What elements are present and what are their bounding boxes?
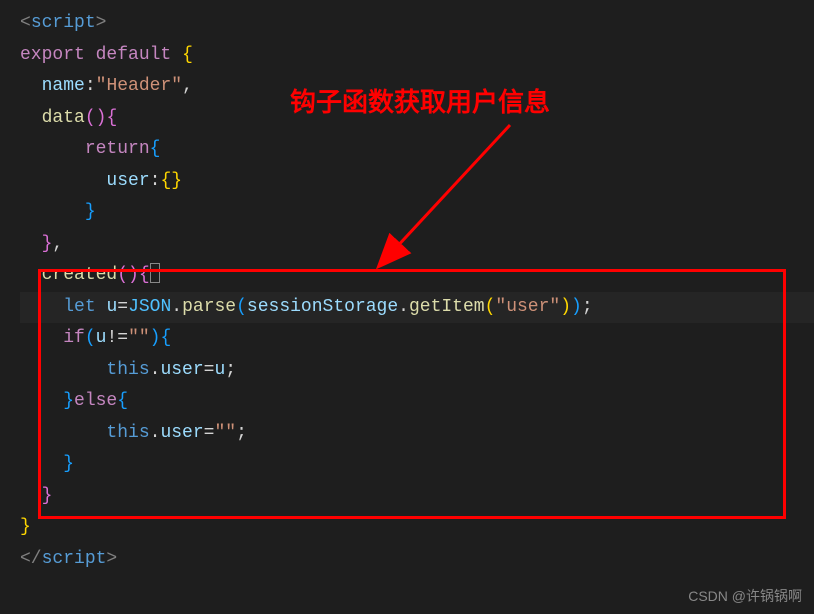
tag-bracket: > (96, 13, 107, 33)
punct: = (204, 423, 215, 443)
punct: = (117, 297, 128, 317)
brace: { (182, 45, 193, 65)
punct: != (106, 328, 128, 348)
punct: . (150, 360, 161, 380)
paren: ( (85, 108, 96, 128)
property: name (42, 76, 85, 96)
paren: ) (96, 108, 107, 128)
code-line: } (20, 512, 814, 544)
brace: } (63, 391, 74, 411)
property: user (160, 360, 203, 380)
property: user (106, 171, 149, 191)
annotation-label: 钩子函数获取用户信息 (290, 80, 550, 126)
punct: . (398, 297, 409, 317)
punct: , (52, 234, 63, 254)
paren: ) (128, 265, 139, 285)
string: "" (128, 328, 150, 348)
code-line: if(u!=""){ (20, 323, 814, 355)
code-line: return{ (20, 134, 814, 166)
code-line: <script> (20, 8, 814, 40)
brace: { (160, 328, 171, 348)
method: created (42, 265, 118, 285)
brace: } (63, 454, 74, 474)
punct: ; (236, 423, 247, 443)
code-line: }, (20, 229, 814, 261)
code-line: } (20, 197, 814, 229)
paren: ( (117, 265, 128, 285)
brace: } (85, 202, 96, 222)
paren: ) (150, 328, 161, 348)
code-line: } (20, 449, 814, 481)
code-line: let u=JSON.parse(sessionStorage.getItem(… (20, 292, 814, 324)
paren: ( (485, 297, 496, 317)
method: getItem (409, 297, 485, 317)
string: "" (214, 423, 236, 443)
punct: ; (582, 297, 593, 317)
brace: { (106, 108, 117, 128)
paren: ( (85, 328, 96, 348)
brace: } (171, 171, 182, 191)
tag-bracket: < (20, 13, 31, 33)
punct: . (171, 297, 182, 317)
property: user (160, 423, 203, 443)
punct: ; (225, 360, 236, 380)
punct: = (204, 360, 215, 380)
variable: u (96, 328, 107, 348)
code-line: this.user=u; (20, 355, 814, 387)
watermark-text: CSDN @许锅锅啊 (688, 584, 802, 609)
tag-name: script (42, 549, 107, 569)
paren: ( (236, 297, 247, 317)
keyword: if (63, 328, 85, 348)
code-line: this.user=""; (20, 418, 814, 450)
object: sessionStorage (247, 297, 398, 317)
variable: u (106, 297, 117, 317)
keyword: default (96, 45, 172, 65)
variable: u (214, 360, 225, 380)
method: data (42, 108, 85, 128)
brace: } (42, 486, 53, 506)
string: "Header" (96, 76, 182, 96)
keyword: else (74, 391, 117, 411)
brace: { (117, 391, 128, 411)
punct: . (150, 423, 161, 443)
cursor-indicator (150, 263, 160, 283)
keyword: export (20, 45, 85, 65)
paren: ) (560, 297, 571, 317)
method: parse (182, 297, 236, 317)
brace: { (139, 265, 150, 285)
tag-name: script (31, 13, 96, 33)
punct: : (150, 171, 161, 191)
brace: { (160, 171, 171, 191)
tag-bracket: </ (20, 549, 42, 569)
string: "user" (495, 297, 560, 317)
keyword: this (106, 360, 149, 380)
code-line: }else{ (20, 386, 814, 418)
code-line: user:{} (20, 166, 814, 198)
paren: ) (571, 297, 582, 317)
brace: } (20, 517, 31, 537)
keyword: let (63, 297, 95, 317)
brace: } (42, 234, 53, 254)
code-line: </script> (20, 544, 814, 576)
code-line: export default { (20, 40, 814, 72)
object: JSON (128, 297, 171, 317)
tag-bracket: > (106, 549, 117, 569)
brace: { (150, 139, 161, 159)
punct: , (182, 76, 193, 96)
punct: : (85, 76, 96, 96)
keyword: return (85, 139, 150, 159)
keyword: this (106, 423, 149, 443)
code-line: created(){ (20, 260, 814, 292)
code-line: } (20, 481, 814, 513)
